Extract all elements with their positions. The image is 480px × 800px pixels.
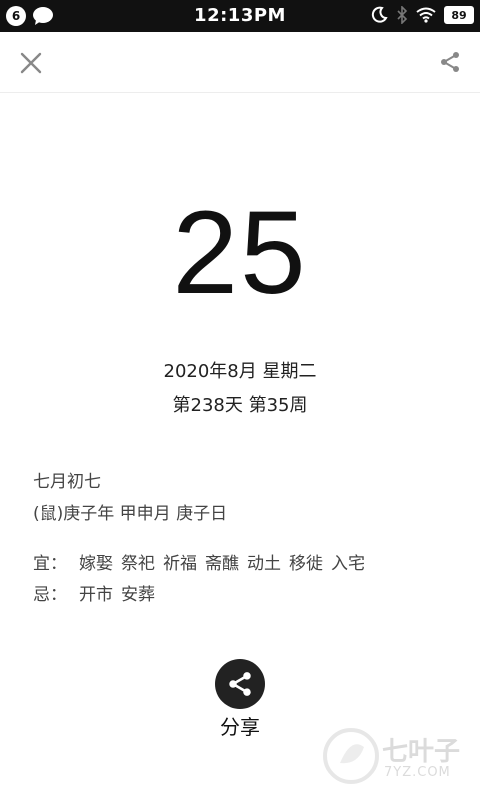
ji-item: 安葬 (121, 585, 155, 605)
bluetooth-icon (397, 6, 408, 24)
yi-item: 嫁娶 (79, 554, 113, 574)
share-icon[interactable] (438, 50, 462, 74)
watermark-url: 7YZ.COM (384, 765, 451, 780)
yi-label: 宜： (33, 554, 67, 574)
wifi-icon (416, 7, 436, 23)
yi-row: 宜： 嫁娶 祭祀 祈福 斋醮 动土 移徙 入宅 (33, 549, 365, 574)
moon-icon (371, 6, 388, 23)
yi-item: 入宅 (331, 554, 365, 574)
lunar-date: 七月初七 (33, 472, 101, 492)
status-bar: 6 12:13PM 89 (0, 0, 480, 32)
battery-indicator: 89 (444, 6, 474, 24)
day-number: 25 (172, 187, 308, 319)
yi-item: 移徙 (289, 554, 323, 574)
share-icon (229, 672, 251, 696)
ji-item: 开市 (79, 585, 113, 605)
share-button[interactable] (215, 659, 265, 709)
ji-row: 忌： 开市 安葬 (33, 580, 155, 605)
yi-item: 祈福 (163, 554, 197, 574)
status-right: 89 (370, 6, 474, 24)
yi-item: 祭祀 (121, 554, 155, 574)
day-week-of-year: 第238天 第35周 (172, 395, 308, 416)
close-icon[interactable] (18, 50, 44, 76)
leaf-logo-icon (323, 728, 379, 784)
yi-item: 动土 (247, 554, 281, 574)
watermark-name: 七叶子 (382, 737, 461, 767)
top-toolbar (0, 32, 480, 93)
ji-label: 忌： (33, 585, 67, 605)
ganzhi-info: (鼠)庚子年 甲申月 庚子日 (33, 504, 228, 524)
date-weekday: 2020年8月 星期二 (163, 361, 317, 382)
watermark-logo: 七叶子 7YZ.COM (322, 725, 472, 791)
yi-item: 斋醮 (205, 554, 239, 574)
